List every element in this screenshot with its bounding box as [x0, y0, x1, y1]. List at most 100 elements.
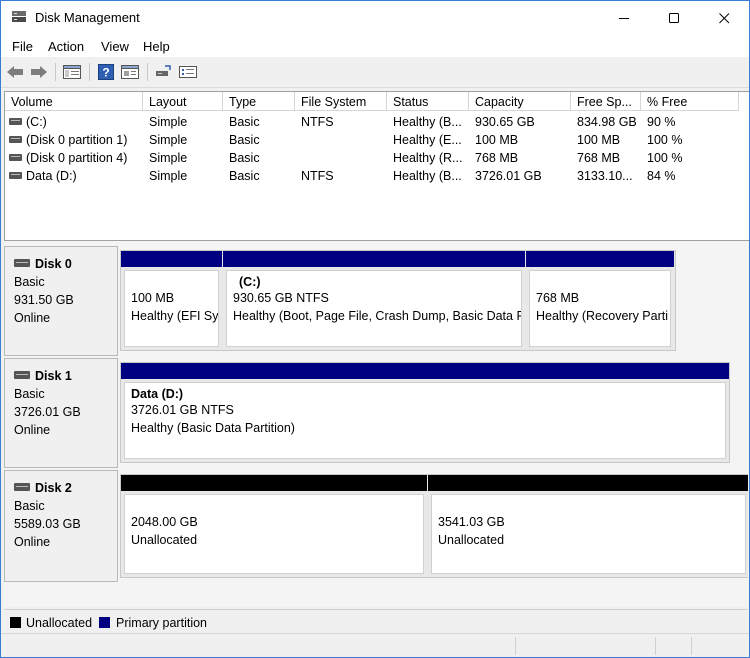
show-hide-console-tree-button[interactable]	[62, 62, 82, 82]
volume-type: Basic	[229, 151, 260, 165]
volume-row-data-d[interactable]: Data (D:) Simple Basic NTFS Healthy (B..…	[5, 167, 749, 185]
volume-name: (Disk 0 partition 1)	[26, 133, 128, 147]
partition-data-d[interactable]: Data (D:) 3726.01 GB NTFS Healthy (Basic…	[121, 363, 729, 462]
volume-icon	[9, 154, 22, 161]
volume-file-system: NTFS	[301, 169, 334, 183]
unallocated-bar	[121, 475, 427, 491]
column-header-free-space[interactable]: Free Sp...	[571, 92, 641, 111]
volume-percent-free: 90 %	[647, 115, 676, 129]
menu-action[interactable]: Action	[48, 39, 84, 54]
unallocated-bar	[428, 475, 748, 491]
menu-view[interactable]: View	[101, 39, 129, 54]
column-header-type[interactable]: Type	[223, 92, 295, 111]
rescan-icon	[179, 66, 197, 78]
disk-management-app-icon	[11, 10, 27, 24]
volume-type: Basic	[229, 169, 260, 183]
column-header-capacity[interactable]: Capacity	[469, 92, 571, 111]
primary-partition-bar	[526, 251, 674, 267]
close-icon	[718, 12, 729, 23]
volume-row-disk0-partition1[interactable]: (Disk 0 partition 1) Simple Basic Health…	[5, 131, 749, 149]
status-bar	[1, 633, 749, 657]
volume-free-space: 768 MB	[577, 151, 621, 165]
back-arrow-icon	[7, 66, 23, 78]
menu-file[interactable]: File	[12, 39, 33, 54]
column-header-percent-free[interactable]: % Free	[641, 92, 739, 111]
volume-icon	[9, 118, 22, 125]
partition-body: 100 MB Healthy (EFI Sy	[124, 270, 219, 347]
minimize-button[interactable]	[599, 1, 649, 35]
disk-2-label[interactable]: Disk 2 Basic 5589.03 GB Online	[4, 470, 118, 582]
disk-size: 5589.03 GB	[14, 517, 81, 531]
partition-size: 768 MB	[536, 291, 580, 305]
legend-unallocated: Unallocated	[26, 616, 93, 630]
unallocated-space-2[interactable]: 3541.03 GB Unallocated	[428, 475, 748, 577]
status-divider	[691, 637, 692, 655]
volume-row-c[interactable]: (C:) Simple Basic NTFS Healthy (B... 930…	[5, 113, 749, 131]
volume-layout: Simple	[149, 151, 188, 165]
disk-name: Disk 0	[35, 257, 72, 271]
partition-efi[interactable]: 100 MB Healthy (EFI Sy	[121, 251, 222, 350]
partition-size: 100 MB	[131, 291, 175, 305]
disk-1-label[interactable]: Disk 1 Basic 3726.01 GB Online	[4, 358, 118, 468]
volume-name: (C:)	[26, 115, 47, 129]
graphical-disk-view: Disk 0 Basic 931.50 GB Online 100 MB Hea…	[4, 241, 748, 607]
partition-body: 3541.03 GB Unallocated	[431, 494, 746, 574]
forward-arrow-icon	[31, 66, 47, 78]
volume-name: Data (D:)	[26, 169, 77, 183]
status-divider	[655, 637, 656, 655]
disk-0-row: Disk 0 Basic 931.50 GB Online 100 MB Hea…	[4, 246, 748, 356]
disk-2-row: Disk 2 Basic 5589.03 GB Online 2048.00 G…	[4, 470, 748, 582]
console-tree-icon	[63, 65, 81, 79]
disk-name: Disk 1	[35, 369, 72, 383]
forward-button[interactable]	[29, 62, 49, 82]
unallocated-space-1[interactable]: 2048.00 GB Unallocated	[121, 475, 427, 577]
menu-help[interactable]: Help	[143, 39, 170, 54]
minimize-icon	[618, 17, 629, 19]
back-button[interactable]	[5, 62, 25, 82]
volume-status: Healthy (E...	[393, 133, 462, 147]
volume-capacity: 930.65 GB	[475, 115, 535, 129]
help-button[interactable]: ?	[96, 62, 116, 82]
partition-size: 3541.03 GB	[438, 515, 505, 529]
primary-partition-bar	[223, 251, 525, 267]
volume-percent-free: 100 %	[647, 151, 683, 165]
partition-recovery[interactable]: 768 MB Healthy (Recovery Parti	[526, 251, 674, 350]
disk-0-label[interactable]: Disk 0 Basic 931.50 GB Online	[4, 246, 118, 356]
disk-2-partitions: 2048.00 GB Unallocated 3541.03 GB Unallo…	[120, 474, 748, 578]
toolbar: ?	[1, 58, 749, 88]
toolbar-separator	[89, 63, 90, 81]
partition-body: Data (D:) 3726.01 GB NTFS Healthy (Basic…	[124, 382, 726, 459]
column-header-layout[interactable]: Layout	[143, 92, 223, 111]
maximize-button[interactable]	[649, 1, 699, 35]
volume-percent-free: 84 %	[647, 169, 676, 183]
disk-icon	[14, 483, 30, 491]
partition-body: 768 MB Healthy (Recovery Parti	[529, 270, 671, 347]
partition-size: 930.65 GB NTFS	[233, 291, 329, 305]
disk-type: Basic	[14, 275, 45, 289]
disk-size: 3726.01 GB	[14, 405, 81, 419]
volume-row-disk0-partition4[interactable]: (Disk 0 partition 4) Simple Basic Health…	[5, 149, 749, 167]
partition-size: 3726.01 GB NTFS	[131, 403, 234, 417]
volume-list[interactable]: Volume Layout Type File System Status Ca…	[4, 91, 749, 241]
column-header-file-system[interactable]: File System	[295, 92, 387, 111]
volume-free-space: 3133.10...	[577, 169, 633, 183]
column-header-volume[interactable]: Volume	[5, 92, 143, 111]
primary-partition-bar	[121, 251, 222, 267]
rescan-disks-button[interactable]	[178, 62, 198, 82]
menu-bar: File Action View Help	[1, 35, 749, 57]
partition-c[interactable]: (C:) 930.65 GB NTFS Healthy (Boot, Page …	[223, 251, 525, 350]
partition-title: (C:)	[239, 275, 261, 289]
close-button[interactable]	[699, 1, 749, 35]
properties-button[interactable]	[120, 62, 140, 82]
disk-type: Basic	[14, 387, 45, 401]
partition-body: (C:) 930.65 GB NTFS Healthy (Boot, Page …	[226, 270, 522, 347]
partition-status: Unallocated	[131, 533, 198, 547]
volume-layout: Simple	[149, 115, 188, 129]
volume-capacity: 3726.01 GB	[475, 169, 542, 183]
partition-status: Healthy (Boot, Page File, Crash Dump, Ba…	[233, 309, 522, 323]
column-header-status[interactable]: Status	[387, 92, 469, 111]
primary-partition-bar	[121, 363, 729, 379]
connect-disk-button[interactable]	[153, 62, 173, 82]
volume-free-space: 834.98 GB	[577, 115, 637, 129]
disk-management-window: Disk Management File Action View Help ?	[0, 0, 750, 658]
